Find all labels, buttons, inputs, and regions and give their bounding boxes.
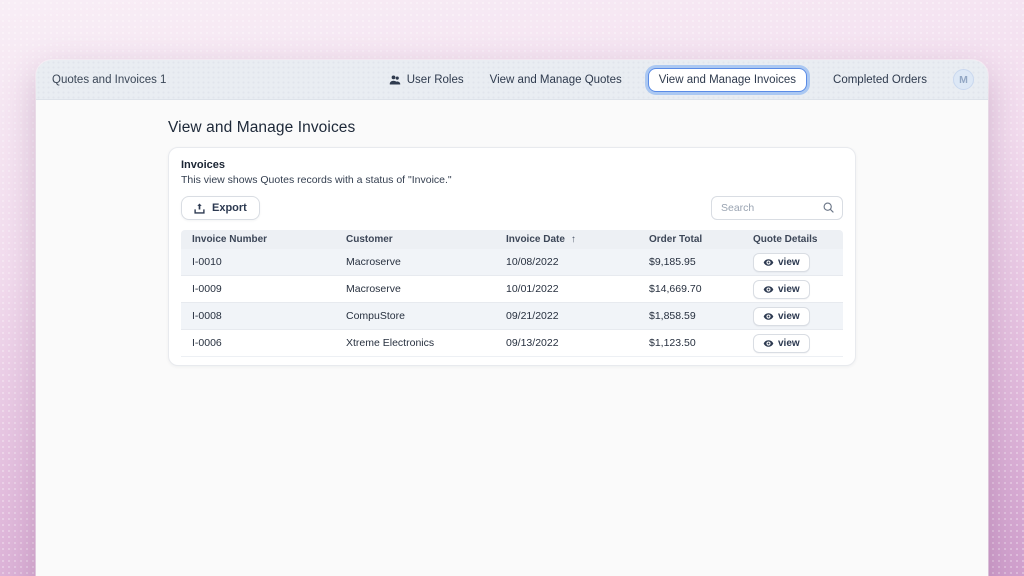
card-subtitle: This view shows Quotes records with a st… [181,174,843,186]
nav-item-label: View and Manage Quotes [490,74,622,86]
nav-item-view-manage-invoices[interactable]: View and Manage Invoices [648,68,807,92]
view-button[interactable]: view [753,334,810,353]
nav-item-user-roles[interactable]: User Roles [389,74,464,86]
nav-item-completed-orders[interactable]: Completed Orders [833,74,927,86]
eye-icon [763,257,774,268]
eye-icon [763,338,774,349]
column-header-invoice-number[interactable]: Invoice Number [181,234,335,245]
cell-customer: Macroserve [335,256,495,268]
app-header: Quotes and Invoices 1 User Roles View an… [36,60,988,100]
eye-icon [763,311,774,322]
column-header-invoice-date[interactable]: Invoice Date ↑ [495,234,638,245]
invoices-card: Invoices This view shows Quotes records … [168,147,856,366]
card-title: Invoices [181,159,843,171]
view-button[interactable]: view [753,280,810,299]
cell-order-total: $9,185.95 [638,256,742,268]
table-row: I-0010 Macroserve 10/08/2022 $9,185.95 v… [181,249,843,276]
cell-customer: Macroserve [335,283,495,295]
view-button-label: view [778,284,800,295]
invoices-table: Invoice Number Customer Invoice Date ↑ Or… [181,230,843,357]
cell-invoice-date: 09/21/2022 [495,310,638,322]
view-button[interactable]: view [753,253,810,272]
table-row: I-0006 Xtreme Electronics 09/13/2022 $1,… [181,330,843,357]
table-toolbar: Export [181,196,843,220]
page-content: View and Manage Invoices Invoices This v… [36,100,988,366]
app-window: Quotes and Invoices 1 User Roles View an… [36,60,988,576]
avatar[interactable]: M [953,69,974,90]
column-header-customer[interactable]: Customer [335,234,495,245]
table-row: I-0009 Macroserve 10/01/2022 $14,669.70 … [181,276,843,303]
cell-order-total: $1,858.59 [638,310,742,322]
nav-item-view-manage-quotes[interactable]: View and Manage Quotes [490,74,622,86]
table-row: I-0008 CompuStore 09/21/2022 $1,858.59 v… [181,303,843,330]
search-icon [822,201,835,214]
nav-item-label: View and Manage Invoices [659,74,796,86]
nav-item-label: User Roles [407,74,464,86]
column-header-order-total[interactable]: Order Total [638,234,742,245]
view-button-label: view [778,257,800,268]
cell-invoice-date: 09/13/2022 [495,337,638,349]
table-header-row: Invoice Number Customer Invoice Date ↑ Or… [181,230,843,249]
page-title: View and Manage Invoices [168,119,856,137]
header-nav: User Roles View and Manage Quotes View a… [389,68,974,92]
cell-customer: Xtreme Electronics [335,337,495,349]
cell-invoice-number: I-0008 [181,310,335,322]
eye-icon [763,284,774,295]
column-header-label: Invoice Date [506,234,565,245]
cell-customer: CompuStore [335,310,495,322]
cell-order-total: $14,669.70 [638,283,742,295]
view-button[interactable]: view [753,307,810,326]
export-button[interactable]: Export [181,196,260,220]
view-button-label: view [778,311,800,322]
cell-invoice-number: I-0010 [181,256,335,268]
cell-order-total: $1,123.50 [638,337,742,349]
export-icon [194,203,205,214]
cell-invoice-date: 10/08/2022 [495,256,638,268]
cell-invoice-number: I-0009 [181,283,335,295]
users-icon [389,74,401,86]
app-title: Quotes and Invoices 1 [52,74,166,86]
column-header-quote-details[interactable]: Quote Details [742,234,843,245]
export-button-label: Export [212,202,247,214]
cell-invoice-number: I-0006 [181,337,335,349]
nav-item-label: Completed Orders [833,74,927,86]
search-box [711,196,843,220]
view-button-label: view [778,338,800,349]
cell-invoice-date: 10/01/2022 [495,283,638,295]
sort-ascending-icon: ↑ [571,234,576,245]
